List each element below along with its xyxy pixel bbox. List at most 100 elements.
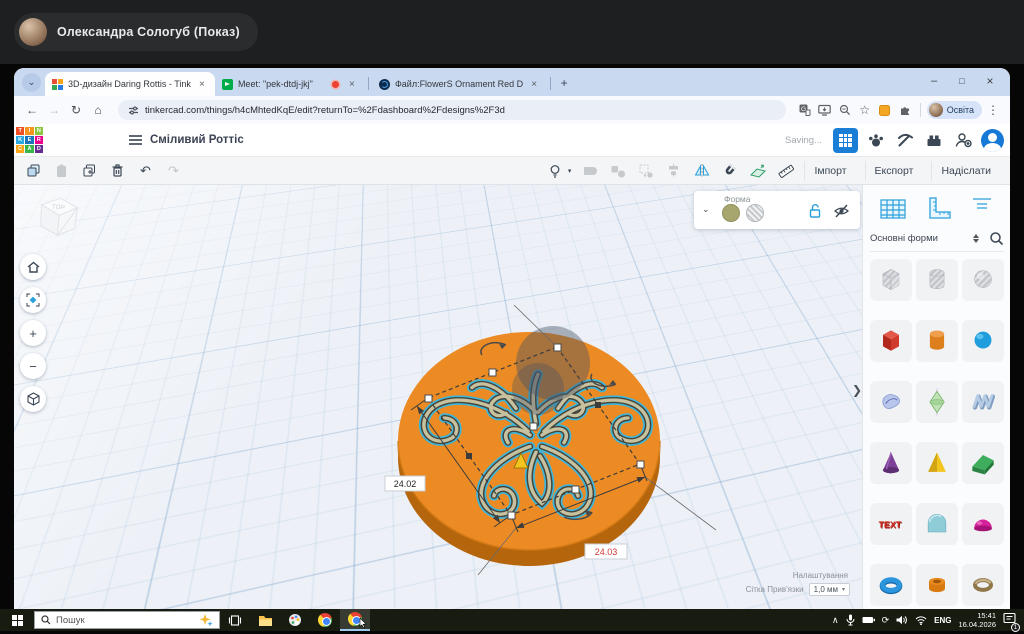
dropdown-arrows-icon[interactable] bbox=[973, 234, 979, 243]
tinkercad-logo[interactable]: TIN KER CAD bbox=[16, 127, 43, 154]
maximize-button[interactable]: □ bbox=[948, 76, 976, 86]
close-tab-icon[interactable]: × bbox=[346, 79, 358, 90]
forward-button[interactable]: → bbox=[44, 103, 64, 117]
design-title[interactable]: Сміливий Роттіс bbox=[150, 134, 244, 146]
translate-icon[interactable]: G bbox=[796, 102, 814, 118]
search-icon[interactable] bbox=[989, 231, 1004, 246]
close-window-button[interactable]: × bbox=[976, 74, 1004, 88]
language-indicator[interactable]: ENG bbox=[934, 616, 951, 625]
home-view-button[interactable] bbox=[20, 254, 46, 280]
shape-tube[interactable] bbox=[916, 564, 958, 606]
fit-view-button[interactable] bbox=[20, 287, 46, 313]
lock-icon[interactable] bbox=[808, 203, 822, 219]
speaker-icon[interactable] bbox=[896, 615, 908, 625]
shape-cylinder-hole[interactable] bbox=[916, 259, 958, 301]
hole-swatch[interactable] bbox=[746, 204, 764, 222]
shape-box[interactable] bbox=[870, 320, 912, 362]
microphone-icon[interactable] bbox=[846, 614, 855, 626]
sim-lab-paw-icon[interactable] bbox=[865, 129, 887, 151]
collapse-chevron-icon[interactable]: ⌄ bbox=[702, 204, 710, 215]
start-button[interactable] bbox=[0, 609, 34, 631]
workplane-tool-icon[interactable] bbox=[879, 197, 909, 221]
tab-file[interactable]: Файл:FlowerS Ornament Red D × bbox=[372, 72, 547, 96]
shape-spinner-top[interactable] bbox=[916, 381, 958, 423]
shape-round-roof[interactable] bbox=[916, 503, 958, 545]
address-bar[interactable]: tinkercad.com/things/h4cMhtedKqE/edit?re… bbox=[118, 100, 786, 120]
site-settings-icon[interactable] bbox=[128, 105, 139, 116]
3d-design-mode-button[interactable] bbox=[833, 128, 858, 153]
perspective-toggle-button[interactable] bbox=[20, 386, 46, 412]
ungroup-icon[interactable] bbox=[608, 161, 627, 180]
battery-icon[interactable] bbox=[862, 616, 875, 624]
back-button[interactable]: ← bbox=[22, 103, 42, 117]
shape-sphere-hole[interactable] bbox=[962, 259, 1004, 301]
share-person-add-icon[interactable] bbox=[952, 129, 974, 151]
shape-category-dropdown[interactable]: Основні форми bbox=[870, 233, 969, 244]
shape-box-hole[interactable] bbox=[870, 259, 912, 301]
brick-export-icon[interactable] bbox=[923, 129, 945, 151]
ghost-sphere-small[interactable] bbox=[512, 363, 564, 415]
3d-model[interactable]: 24.02 24.03 bbox=[14, 185, 862, 609]
browser-menu-kebab-icon[interactable]: ⋮ bbox=[984, 102, 1002, 118]
hide-eye-off-icon[interactable] bbox=[833, 203, 850, 219]
design-list-icon[interactable] bbox=[129, 135, 142, 145]
home-button[interactable]: ⌂ bbox=[88, 103, 108, 117]
shape-cone[interactable] bbox=[870, 442, 912, 484]
shape-ring[interactable] bbox=[962, 564, 1004, 606]
shape-roof[interactable] bbox=[962, 442, 1004, 484]
shape-scribble[interactable] bbox=[870, 381, 912, 423]
bookmark-star-icon[interactable]: ☆ bbox=[856, 102, 874, 118]
solid-color-swatch[interactable] bbox=[722, 204, 740, 222]
clock[interactable]: 15:41 16.04.2026 bbox=[958, 611, 996, 629]
shape-cylinder[interactable] bbox=[916, 320, 958, 362]
zoom-out-button[interactable]: − bbox=[20, 353, 46, 379]
group-icon[interactable] bbox=[580, 161, 599, 180]
chrome-button[interactable] bbox=[310, 609, 340, 631]
snap-grid-dropdown[interactable]: 1,0 мм ▾ bbox=[809, 583, 850, 596]
align-icon[interactable] bbox=[664, 161, 683, 180]
shape-half-sphere[interactable] bbox=[962, 503, 1004, 545]
account-avatar[interactable] bbox=[981, 129, 1004, 152]
wifi-icon[interactable] bbox=[915, 616, 927, 625]
ruler-tool-icon[interactable] bbox=[926, 196, 952, 222]
new-tab-button[interactable]: + bbox=[556, 75, 572, 91]
paint-app-button[interactable] bbox=[280, 609, 310, 631]
task-view-button[interactable] bbox=[220, 609, 250, 631]
multi-select-icon[interactable] bbox=[636, 161, 655, 180]
flip-mirror-icon[interactable] bbox=[692, 161, 711, 180]
profile-chip[interactable]: Освіта bbox=[927, 101, 982, 119]
tab-tinkercad[interactable]: 3D-дизайн Daring Rottis - Tink × bbox=[45, 72, 215, 96]
install-app-icon[interactable] bbox=[816, 102, 834, 118]
duplicate-icon[interactable] bbox=[80, 161, 99, 180]
zoom-in-button[interactable]: + bbox=[20, 320, 46, 346]
bulb-dropdown-caret-icon[interactable]: ▾ bbox=[568, 167, 572, 175]
reload-button[interactable]: ↻ bbox=[66, 103, 86, 117]
tab-search-button[interactable]: ⌄ bbox=[22, 73, 41, 92]
redo-icon[interactable]: ↷ bbox=[164, 161, 183, 180]
taskbar-search-box[interactable]: Пошук bbox=[34, 611, 220, 629]
file-explorer-button[interactable] bbox=[250, 609, 280, 631]
extensions-puzzle-icon[interactable] bbox=[896, 102, 914, 118]
shape-pyramid[interactable] bbox=[916, 442, 958, 484]
extension-orange-icon[interactable] bbox=[876, 102, 894, 118]
close-tab-icon[interactable]: × bbox=[196, 79, 208, 90]
close-tab-icon[interactable]: × bbox=[528, 79, 540, 90]
export-button[interactable]: Експорт bbox=[865, 161, 923, 181]
magnet-snap-icon[interactable] bbox=[720, 161, 739, 180]
show-all-bulb-icon[interactable] bbox=[546, 161, 565, 180]
minimize-button[interactable]: – bbox=[920, 75, 948, 87]
action-center-button[interactable]: 1 bbox=[1003, 611, 1016, 629]
minecraft-pickaxe-icon[interactable] bbox=[894, 129, 916, 151]
workplane-icon[interactable] bbox=[748, 161, 767, 180]
notes-tool-icon[interactable] bbox=[969, 196, 995, 222]
copy-icon[interactable] bbox=[24, 161, 43, 180]
zoom-icon[interactable] bbox=[836, 102, 854, 118]
hidden-icons-chevron-icon[interactable]: ∧ bbox=[832, 615, 839, 626]
ruler-icon[interactable] bbox=[776, 161, 795, 180]
shape-torus[interactable] bbox=[870, 564, 912, 606]
paste-icon[interactable] bbox=[52, 161, 71, 180]
settings-label[interactable]: Налаштування bbox=[746, 571, 848, 580]
update-icon[interactable]: ⟳ bbox=[882, 615, 890, 626]
panel-expand-chevron-icon[interactable]: ❯ bbox=[852, 383, 862, 397]
shape-wave[interactable] bbox=[962, 381, 1004, 423]
